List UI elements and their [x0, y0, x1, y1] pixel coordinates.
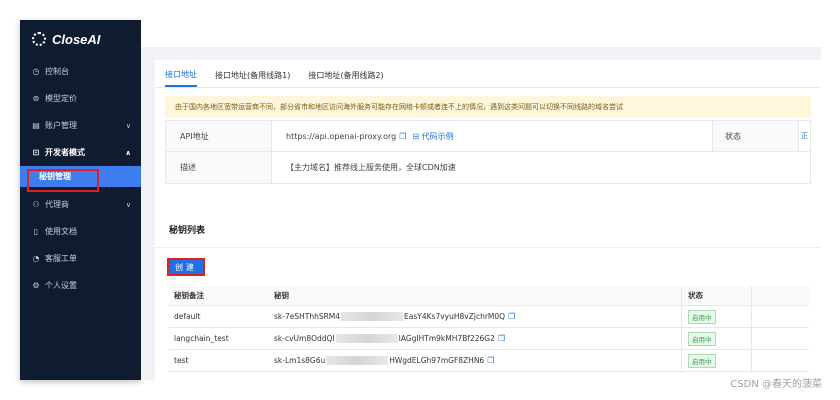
api-address-card: 接口地址 接口地址(备用线路1) 接口地址(备用线路2) 由于国内各地区宽带运营… [155, 60, 821, 210]
key-table-header: 秘钥备注 秘钥 状态 [169, 286, 809, 306]
watermark: CSDN @春天的菠菜 [730, 379, 822, 390]
network-notice: 由于国内各地区宽带运营商不同，部分省市和地区访问海外服务可能存在网络卡顿或者连不… [165, 96, 811, 118]
agent-icon: ⚇ [32, 200, 40, 209]
sidebar-item-label: 模型定价 [45, 94, 77, 103]
dashboard-icon: ◷ [32, 67, 40, 76]
dev-mode-icon: ⊡ [32, 148, 40, 157]
table-row: test sk-Lm1s8G6u HWgdELGh97mGF8ZHN6 ❐ 启用… [169, 350, 809, 372]
key-value: sk-7eSHThhSRM4 EasY4Ks7vyuH8vZjchrM0Q ❐ [269, 312, 681, 321]
sidebar-item-label: 开发者模式 [45, 148, 85, 157]
chevron-down-icon: ∨ [125, 121, 131, 130]
api-address-row: API地址 https://api.openai-proxy.org ❐ ⊟ 代… [166, 121, 810, 152]
description-row: 描述 【主力域名】推荐线上服务使用，全球CDN加速 [166, 152, 810, 183]
logo-icon [32, 32, 46, 46]
key-redacted [335, 334, 398, 343]
api-address-label: API地址 [166, 121, 272, 151]
logo-text: CloseAI [52, 31, 101, 47]
key-value: sk-cvUm8OddQI IAGgIHTm9kMH7Bf226G2 ❐ [269, 334, 681, 343]
copy-icon[interactable]: ❐ [498, 334, 505, 343]
key-remark: default [174, 312, 201, 321]
key-prefix: sk-cvUm8OddQI [274, 334, 335, 343]
sidebar-item-ticket[interactable]: ◔ 客服工单 [20, 245, 141, 272]
key-redacted [326, 356, 389, 365]
key-suffix: IAGgIHTm9kMH7Bf226G2 [398, 334, 495, 343]
key-status-cell: 启用中 [681, 350, 751, 371]
key-suffix: EasY4Ks7vyuH8vZjchrM0Q [404, 312, 506, 321]
copy-icon[interactable]: ❐ [399, 132, 406, 141]
sidebar-item-dashboard[interactable]: ◷ 控制台 [20, 58, 141, 85]
code-example-label: 代码示例 [421, 131, 454, 141]
pricing-icon: ⊚ [32, 94, 40, 103]
key-redacted [341, 312, 404, 321]
sidebar-item-dev-mode[interactable]: ⊡ 开发者模式 ∧ [20, 139, 141, 166]
main-content: 接口地址 接口地址(备用线路1) 接口地址(备用线路2) 由于国内各地区宽带运营… [141, 20, 821, 380]
sidebar-item-label: 使用文档 [45, 227, 77, 236]
key-status-cell: 启用中 [681, 306, 751, 327]
logo[interactable]: CloseAI [20, 20, 141, 58]
tab-api-backup-2[interactable]: 接口地址(备用线路2) [308, 70, 383, 87]
table-row: langchain_test sk-cvUm8OddQI IAGgIHTm9kM… [169, 328, 809, 350]
account-icon: ▤ [32, 121, 40, 130]
ticket-icon: ◔ [32, 254, 40, 263]
key-extra-cell [751, 306, 809, 327]
copy-icon[interactable]: ❐ [487, 356, 494, 365]
api-url: https://api.openai-proxy.org [286, 131, 397, 141]
sidebar-item-label: 代理商 [45, 200, 69, 209]
screenshot-frame: CloseAI ◷ 控制台 ⊚ 模型定价 ▤ 账户管理 ∨ ⊡ 开发者模式 ∧ … [0, 0, 840, 400]
sidebar-item-label: 客服工单 [45, 254, 77, 263]
settings-icon: ⚙ [32, 281, 40, 290]
description-label: 描述 [166, 152, 272, 183]
copy-icon[interactable]: ❐ [508, 312, 515, 321]
status-badge: 启用中 [688, 353, 716, 368]
status-badge: 启用中 [688, 331, 716, 346]
status-value: 正 [798, 121, 810, 151]
key-value: sk-Lm1s8G6u HWgdELGh97mGF8ZHN6 ❐ [269, 356, 681, 365]
description-value: 【主力域名】推荐线上服务使用，全球CDN加速 [286, 163, 456, 172]
key-remark: test [174, 356, 189, 365]
key-status-cell: 启用中 [681, 328, 751, 349]
sidebar-item-settings[interactable]: ⚙ 个人设置 [20, 272, 141, 299]
header-remark: 秘钥备注 [174, 291, 204, 300]
key-prefix: sk-7eSHThhSRM4 [274, 312, 341, 321]
create-key-button[interactable]: 创建 [167, 258, 205, 276]
sidebar-item-pricing[interactable]: ⊚ 模型定价 [20, 85, 141, 112]
sidebar-item-docs[interactable]: ▯ 使用文档 [20, 218, 141, 245]
sidebar-item-label: 个人设置 [45, 281, 77, 290]
code-example-link[interactable]: ⊟ 代码示例 [412, 131, 453, 142]
key-list-title: 秘钥列表 [155, 212, 821, 248]
sidebar: CloseAI ◷ 控制台 ⊚ 模型定价 ▤ 账户管理 ∨ ⊡ 开发者模式 ∧ … [20, 20, 141, 380]
status-badge: 启用中 [688, 309, 716, 324]
header-key: 秘钥 [274, 291, 289, 300]
highlight-annotation [27, 169, 99, 192]
tab-api-backup-1[interactable]: 接口地址(备用线路1) [215, 70, 290, 87]
header-extra [751, 286, 809, 305]
api-address-value: https://api.openai-proxy.org ❐ ⊟ 代码示例 [272, 131, 454, 142]
key-prefix: sk-Lm1s8G6u [274, 356, 326, 365]
sidebar-item-account[interactable]: ▤ 账户管理 ∨ [20, 112, 141, 139]
key-remark: langchain_test [174, 334, 229, 343]
sidebar-item-label: 控制台 [45, 67, 69, 76]
table-row: default sk-7eSHThhSRM4 EasY4Ks7vyuH8vZjc… [169, 306, 809, 328]
key-list-card: 秘钥列表 创建 秘钥备注 秘钥 状态 default sk-7eSHThhSRM… [155, 210, 821, 380]
key-table: 秘钥备注 秘钥 状态 default sk-7eSHThhSRM4 EasY4K… [169, 286, 809, 372]
chevron-down-icon: ∨ [125, 200, 131, 209]
key-extra-cell [751, 328, 809, 349]
chevron-up-icon: ∧ [125, 148, 131, 157]
status-label: 状态 [712, 121, 798, 151]
tab-api-address[interactable]: 接口地址 [165, 69, 197, 87]
header-status: 状态 [681, 286, 751, 305]
sidebar-item-agent[interactable]: ⚇ 代理商 ∨ [20, 191, 141, 218]
sidebar-item-label: 账户管理 [45, 121, 77, 130]
api-info-table: API地址 https://api.openai-proxy.org ❐ ⊟ 代… [165, 120, 811, 184]
docs-icon: ▯ [33, 227, 39, 236]
key-extra-cell [751, 350, 809, 371]
top-bar [141, 20, 821, 47]
key-suffix: HWgdELGh97mGF8ZHN6 [389, 356, 485, 365]
tab-bar: 接口地址 接口地址(备用线路1) 接口地址(备用线路2) [155, 60, 821, 88]
